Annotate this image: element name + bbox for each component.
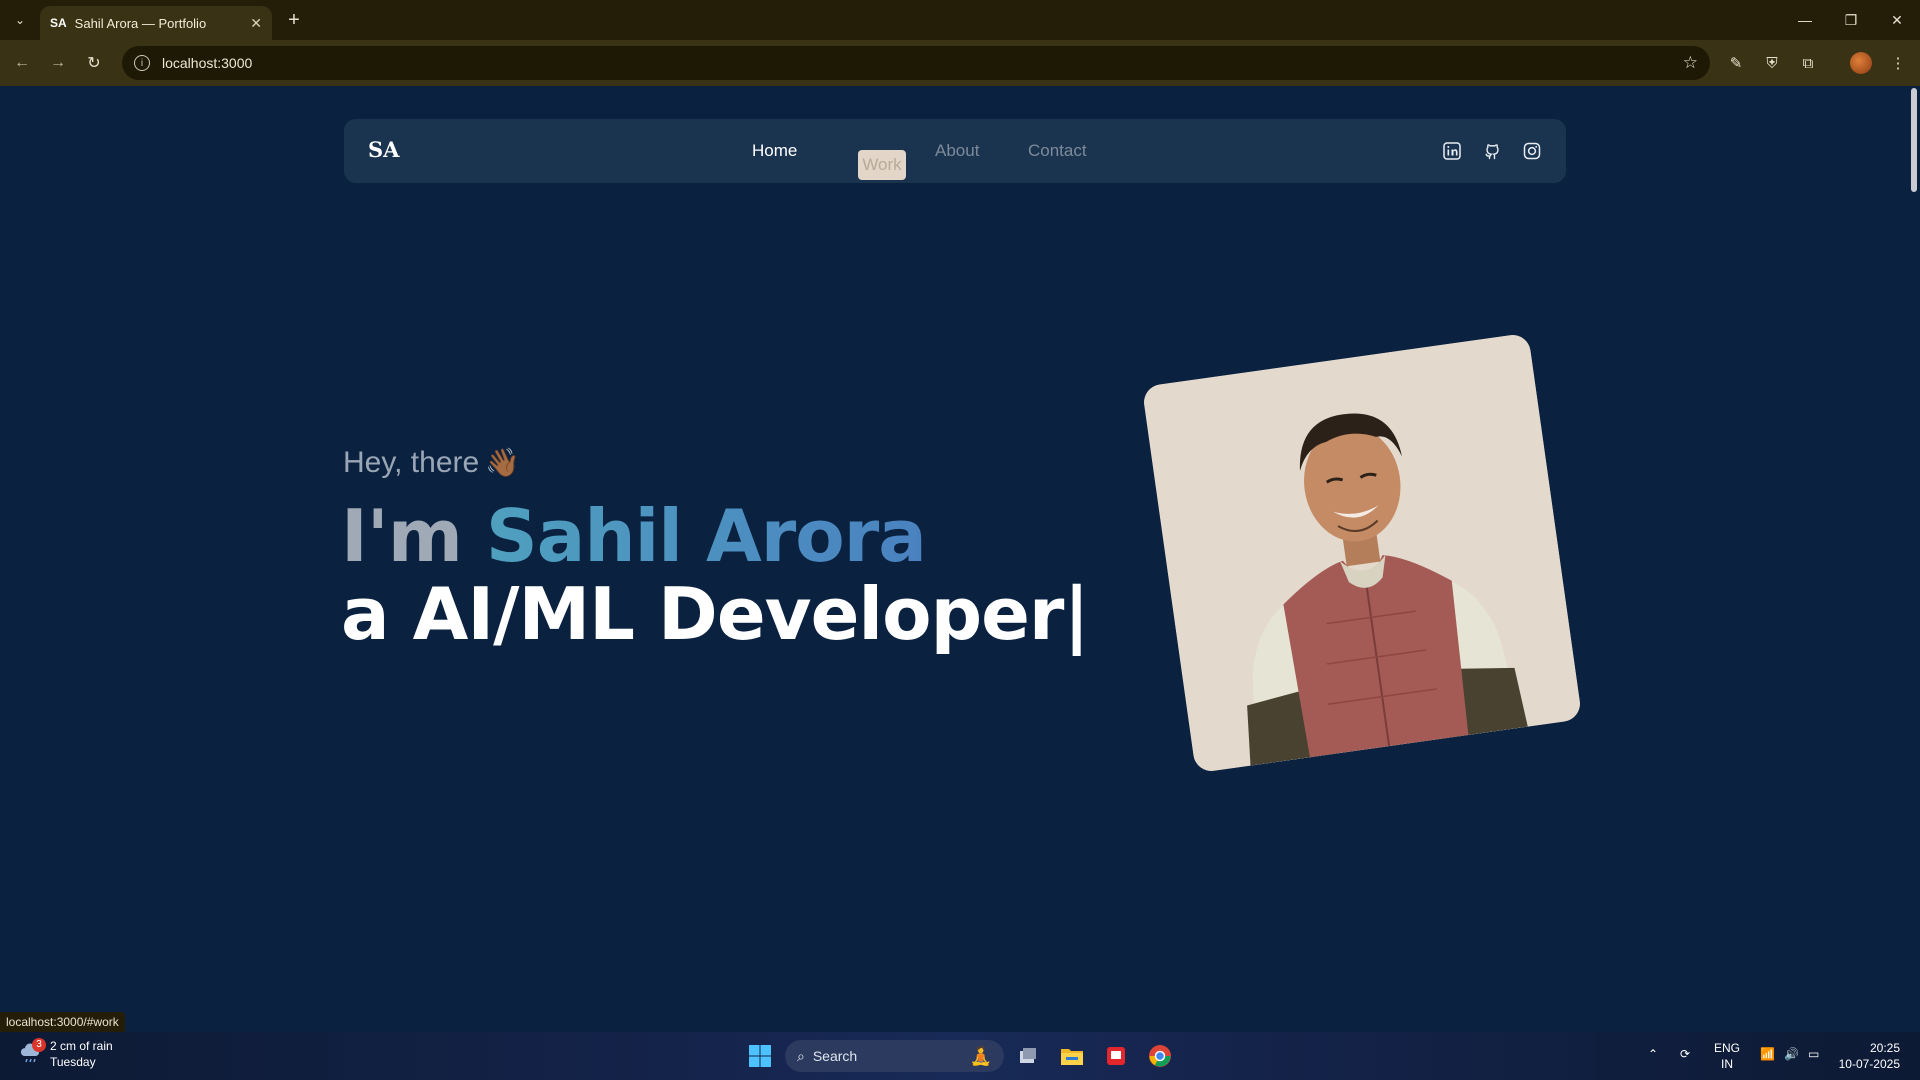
file-explorer-icon[interactable] xyxy=(1056,1040,1088,1072)
language-indicator[interactable]: ENG IN xyxy=(1714,1040,1740,1072)
site-logo[interactable]: SA xyxy=(368,137,399,162)
windows-taskbar: 3 2 cm of rain Tuesday ⌕ Search 🧘 ⌃ ⟳ EN… xyxy=(0,1032,1920,1080)
tab-title: Sahil Arora — Portfolio xyxy=(74,15,207,31)
linkedin-icon[interactable] xyxy=(1442,141,1462,161)
weather-line1: 2 cm of rain xyxy=(50,1039,113,1053)
page-scrollbar[interactable] xyxy=(1908,86,1920,1032)
hero-greeting: Hey, there 👋🏾 xyxy=(343,446,520,480)
github-icon[interactable] xyxy=(1482,141,1502,161)
nav-work[interactable]: Work xyxy=(858,150,906,180)
menu-kebab-icon[interactable]: ⋮ xyxy=(1887,52,1909,74)
chrome-icon[interactable] xyxy=(1144,1040,1176,1072)
windows-start-icon[interactable] xyxy=(744,1040,776,1072)
minimize-button[interactable]: — xyxy=(1782,0,1828,40)
extensions-puzzle-icon[interactable]: ⧉ xyxy=(1797,52,1819,74)
tab-search-button[interactable]: ⌄ xyxy=(8,8,32,32)
site-info-icon[interactable]: i xyxy=(134,55,150,71)
search-icon: ⌕ xyxy=(797,1047,805,1064)
shield-extension-icon[interactable]: ⛨ xyxy=(1761,52,1783,74)
page-viewport xyxy=(0,86,1920,1032)
active-tab[interactable]: SA Sahil Arora — Portfolio ✕ xyxy=(40,6,272,40)
search-label: Search xyxy=(812,1048,858,1064)
url-text: localhost:3000 xyxy=(162,55,253,71)
nav-home[interactable]: Home xyxy=(752,141,797,161)
back-button[interactable]: ← xyxy=(10,51,34,75)
clock-date: 10-07-2025 xyxy=(1838,1057,1900,1071)
search-highlight-icon: 🧘 xyxy=(969,1045,992,1066)
weather-widget[interactable]: 3 2 cm of rain Tuesday xyxy=(18,1038,113,1070)
bookmark-star-icon[interactable]: ☆ xyxy=(1683,53,1698,73)
lang-line1: ENG xyxy=(1714,1041,1741,1055)
sync-icon[interactable]: ⟳ xyxy=(1680,1046,1690,1062)
battery-icon[interactable]: ▭ xyxy=(1808,1046,1819,1062)
clock[interactable]: 20:25 10-07-2025 xyxy=(1836,1040,1900,1072)
rain-cloud-icon: 3 xyxy=(18,1038,46,1066)
instagram-icon[interactable] xyxy=(1522,141,1542,161)
nav-about[interactable]: About xyxy=(935,141,979,161)
forward-button[interactable]: → xyxy=(46,51,70,75)
clock-time: 20:25 xyxy=(1869,1041,1900,1055)
eyedropper-extension-icon[interactable]: ✎ xyxy=(1725,52,1747,74)
address-bar[interactable]: i localhost:3000 ☆ xyxy=(122,46,1710,80)
task-view-icon[interactable] xyxy=(1012,1040,1044,1072)
hero-headline: I'm Sahil Arora xyxy=(341,500,927,572)
close-window-button[interactable]: ✕ xyxy=(1874,0,1920,40)
wifi-icon[interactable]: 📶 xyxy=(1760,1046,1775,1062)
weather-line2: Tuesday xyxy=(50,1055,96,1069)
scrollbar-thumb[interactable] xyxy=(1911,88,1917,192)
hero-im: I'm xyxy=(341,494,486,578)
hero-role-typewriter: a AI/ML Developer| xyxy=(341,572,1090,656)
tab-favicon: SA xyxy=(50,16,67,30)
site-navbar: SA Home Work About Contact xyxy=(344,119,1566,183)
taskbar-search[interactable]: ⌕ Search 🧘 xyxy=(785,1040,1004,1072)
waving-hand-icon: 👋🏾 xyxy=(485,447,521,478)
tab-close-icon[interactable]: ✕ xyxy=(250,15,262,32)
volume-icon[interactable]: 🔊 xyxy=(1784,1046,1799,1062)
profile-photo xyxy=(1141,332,1583,774)
profile-avatar[interactable] xyxy=(1850,52,1872,74)
restore-button[interactable]: ❐ xyxy=(1828,0,1874,40)
lang-line2: IN xyxy=(1721,1057,1733,1071)
nav-contact[interactable]: Contact xyxy=(1028,141,1087,161)
red-app-icon[interactable] xyxy=(1100,1040,1132,1072)
new-tab-button[interactable]: + xyxy=(282,8,306,32)
show-hidden-icons[interactable]: ⌃ xyxy=(1648,1046,1658,1062)
reload-button[interactable]: ↻ xyxy=(82,51,106,75)
browser-toolbar: ← → ↻ i localhost:3000 ☆ ✎ ⛨ ⧉ ⋮ xyxy=(0,40,1920,86)
link-hover-status: localhost:3000/#work xyxy=(0,1012,125,1032)
greeting-text: Hey, there xyxy=(343,446,480,479)
browser-tab-bar: ⌄ SA Sahil Arora — Portfolio ✕ + — ❐ ✕ xyxy=(0,0,1920,40)
hero-name: Sahil Arora xyxy=(485,494,927,578)
weather-badge: 3 xyxy=(32,1038,46,1052)
